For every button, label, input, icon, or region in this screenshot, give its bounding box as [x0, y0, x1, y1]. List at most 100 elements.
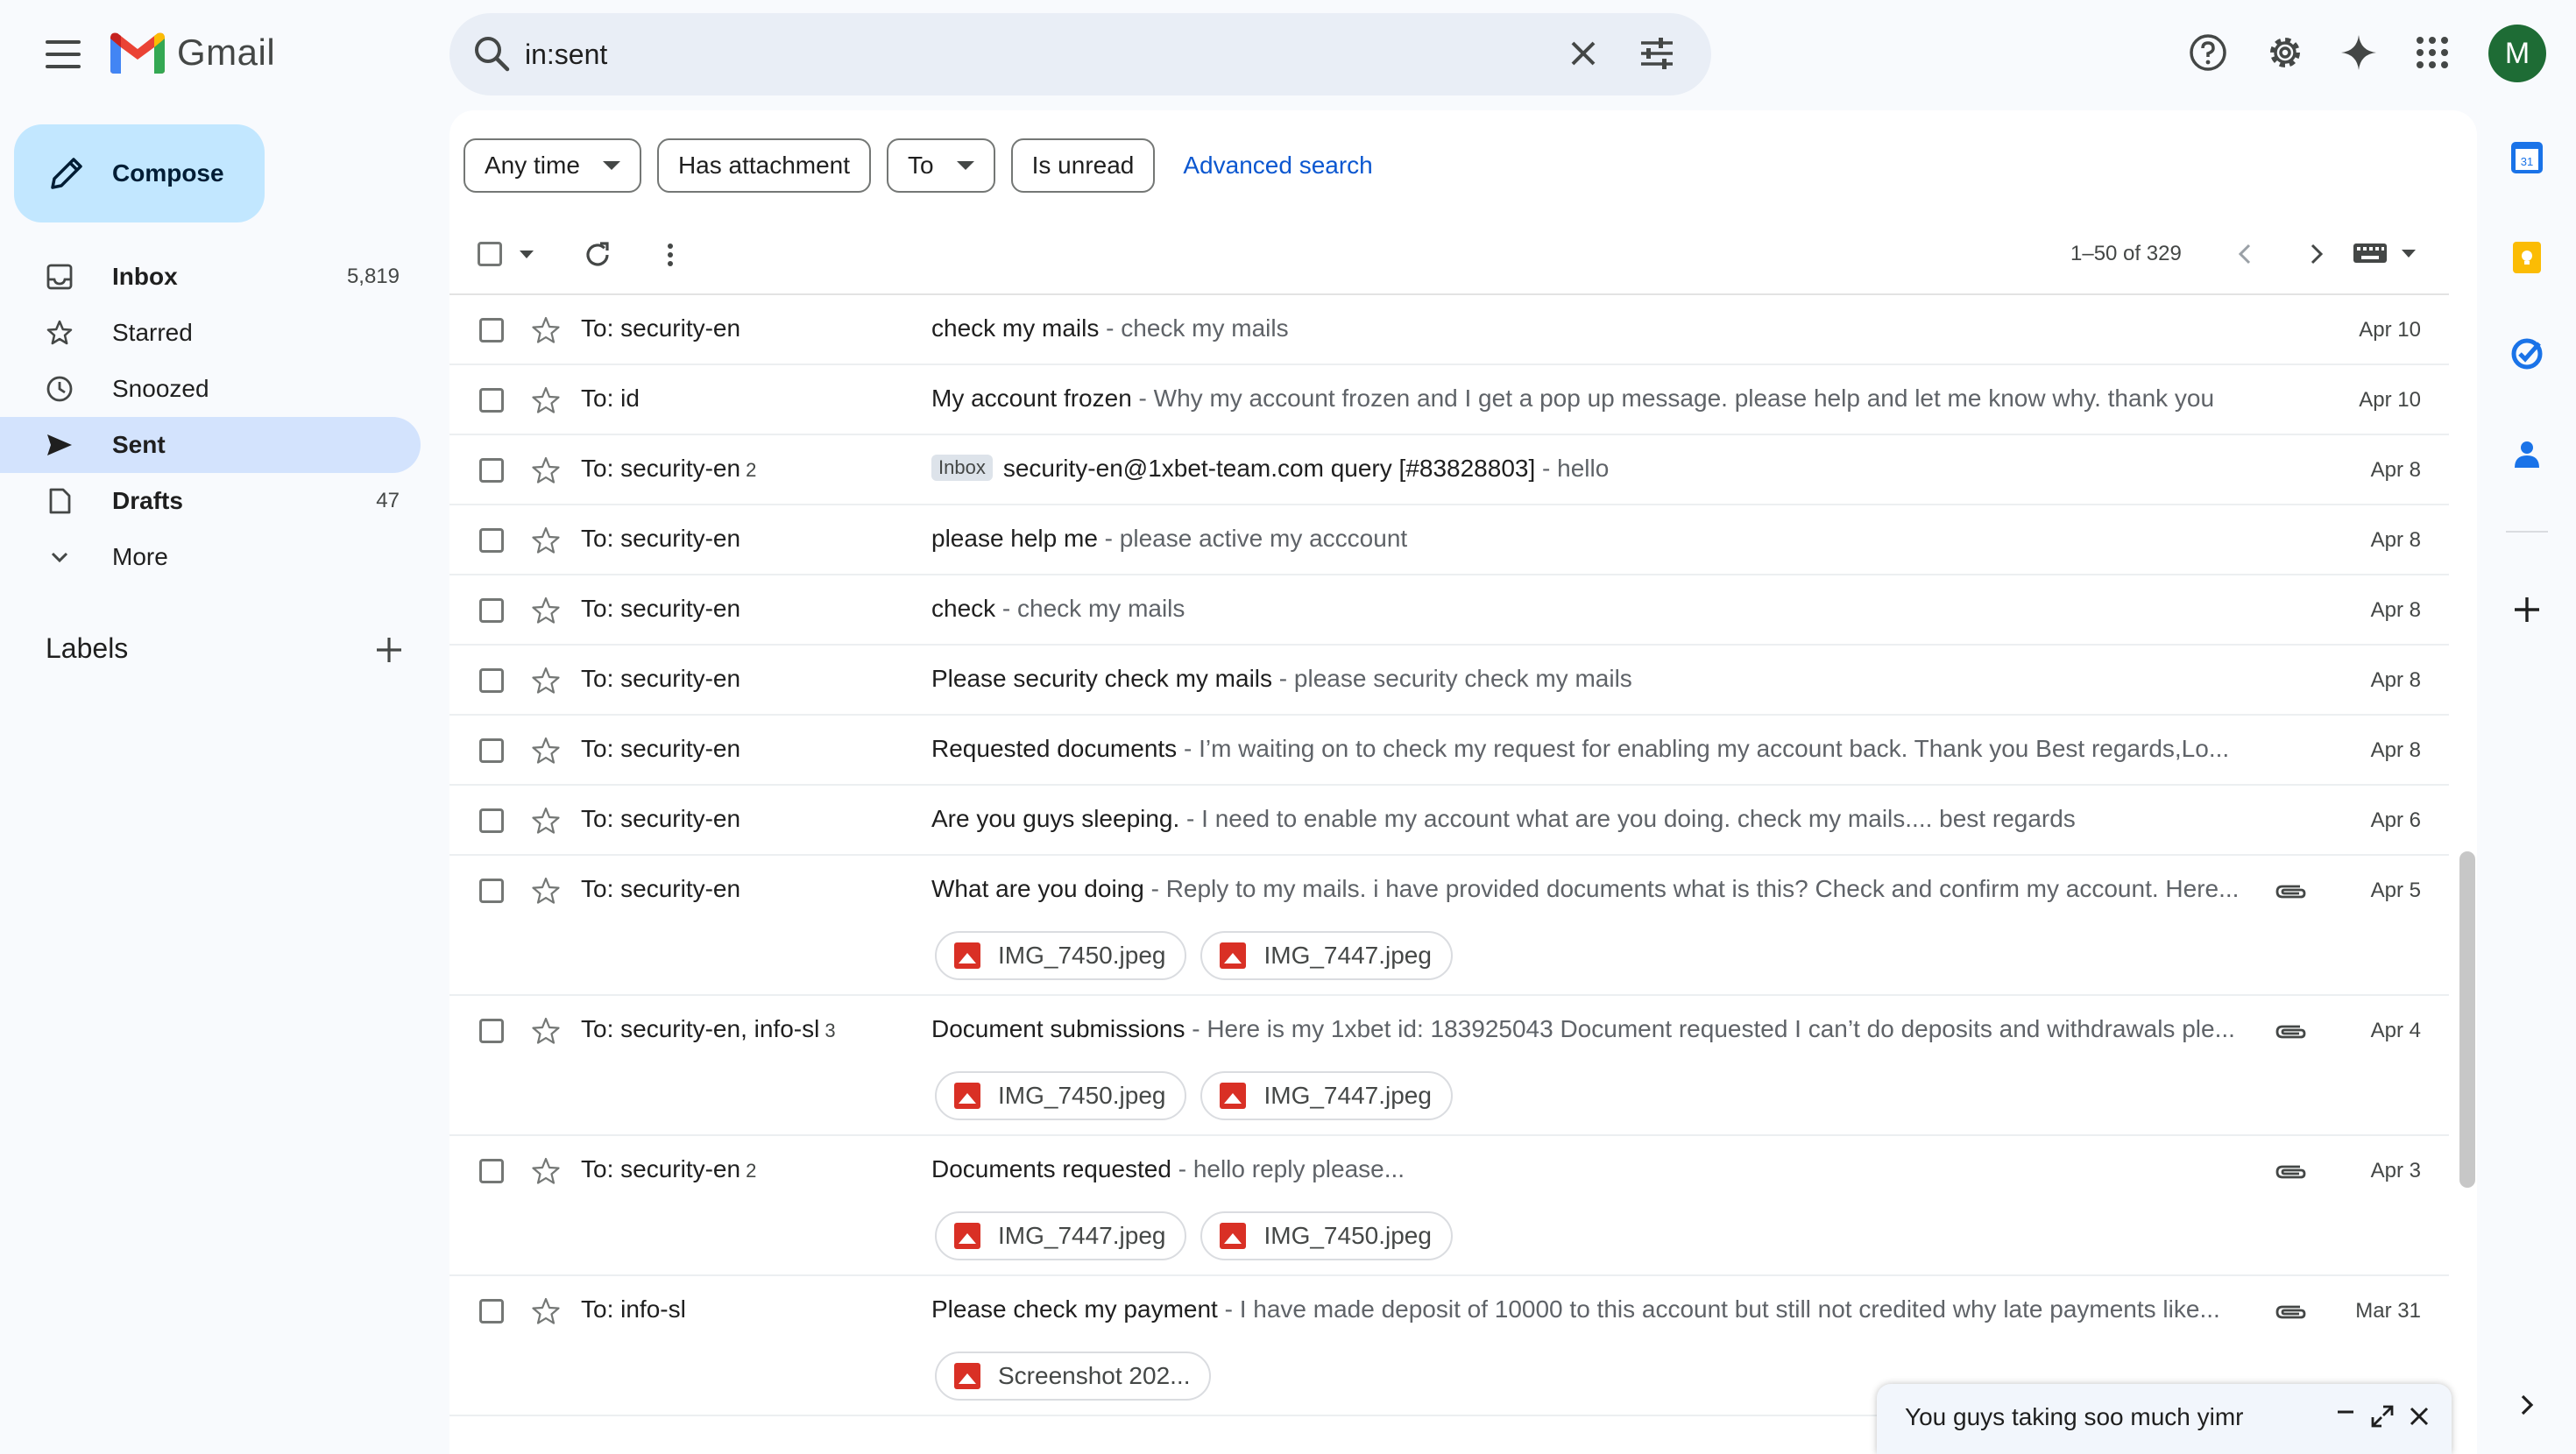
any-time-filter[interactable]: Any time: [464, 138, 641, 193]
has-attachment-filter[interactable]: Has attachment: [656, 138, 872, 193]
email-row[interactable]: To: security-en Are you guys sleeping. - …: [449, 786, 2449, 856]
create-label-plus-icon[interactable]: [373, 634, 405, 666]
email-snippet: - Here is my 1xbet id: 183925043 Documen…: [1185, 1015, 2235, 1042]
sidebar-item-sent[interactable]: Sent: [0, 417, 421, 473]
scrollbar-thumb[interactable]: [2459, 851, 2475, 1188]
sidebar-item-label: More: [112, 543, 168, 570]
refresh-icon[interactable]: [581, 238, 614, 272]
chevron-left-icon[interactable]: [2228, 236, 2263, 272]
email-row[interactable]: To: id My account frozen - Why my account…: [449, 365, 2449, 435]
star-icon[interactable]: [530, 455, 562, 491]
show-side-panel-chevron-icon[interactable]: [2509, 1387, 2544, 1422]
is-unread-filter[interactable]: Is unread: [1010, 138, 1156, 193]
attachment-chip[interactable]: Screenshot 202...: [935, 1352, 1212, 1401]
apps-grid-icon[interactable]: [2411, 32, 2453, 74]
email-row[interactable]: To: security-en What are you doing - Repl…: [449, 856, 2449, 996]
email-row[interactable]: To: security-en please help me - please a…: [449, 505, 2449, 575]
dropdown-caret-icon: [520, 250, 534, 258]
email-row[interactable]: To: security-en, info-sl 3 Document submis…: [449, 996, 2449, 1136]
row-checkbox[interactable]: [479, 458, 504, 483]
row-checkbox[interactable]: [479, 598, 504, 623]
image-file-icon: [1220, 1223, 1247, 1249]
contacts-icon[interactable]: [2509, 436, 2544, 471]
gmail-logo[interactable]: Gmail: [110, 32, 275, 74]
row-checkbox[interactable]: [479, 318, 504, 342]
sidebar-item-more[interactable]: More: [0, 529, 421, 585]
get-addons-plus-icon[interactable]: [2509, 592, 2544, 627]
email-row[interactable]: To: security-en check - check my mails Apr…: [449, 575, 2449, 646]
search-input[interactable]: [525, 31, 1489, 78]
row-checkbox[interactable]: [479, 668, 504, 693]
row-checkbox[interactable]: [479, 1019, 504, 1043]
recipient-name: To: security-en: [581, 455, 741, 482]
to-filter[interactable]: To: [887, 138, 995, 193]
attachment-chip[interactable]: IMG_7447.jpeg: [1200, 1071, 1453, 1120]
calendar-icon[interactable]: 31: [2509, 140, 2544, 175]
recipient: To: security-en: [581, 595, 740, 623]
compose-button[interactable]: Compose: [14, 124, 265, 222]
email-row[interactable]: To: security-en check my mails - check my…: [449, 295, 2449, 365]
recipient-name: To: security-en: [581, 525, 741, 552]
email-row[interactable]: To: security-en Please security check my …: [449, 646, 2449, 716]
email-content: Requested documents - I’m waiting on to …: [931, 735, 2263, 763]
star-icon[interactable]: [530, 875, 562, 911]
settings-gear-icon[interactable]: [2264, 32, 2306, 74]
star-icon[interactable]: [530, 1295, 562, 1331]
close-icon[interactable]: [2406, 1403, 2432, 1429]
row-checkbox[interactable]: [479, 879, 504, 903]
star-icon[interactable]: [530, 314, 562, 350]
minimize-icon[interactable]: [2332, 1403, 2359, 1429]
star-icon[interactable]: [530, 595, 562, 631]
star-icon[interactable]: [530, 665, 562, 701]
star-icon[interactable]: [530, 1015, 562, 1051]
email-row[interactable]: To: security-en 2 Documents requested - he…: [449, 1136, 2449, 1276]
more-vert-icon[interactable]: [654, 238, 687, 272]
attachment-chip[interactable]: IMG_7450.jpeg: [935, 1071, 1187, 1120]
keep-icon[interactable]: [2509, 240, 2544, 275]
inbox-label-tag[interactable]: Inbox: [931, 455, 993, 481]
draft-popup[interactable]: You guys taking soo much yimr: [1877, 1384, 2452, 1454]
search-icon[interactable]: [471, 32, 513, 74]
search-filter-chips: Any time Has attachment To Is unread Adv…: [464, 138, 1373, 193]
input-tools-button[interactable]: [2353, 242, 2416, 265]
account-avatar[interactable]: M: [2488, 25, 2546, 82]
dropdown-caret-icon: [956, 161, 974, 170]
row-checkbox[interactable]: [479, 808, 504, 833]
row-checkbox[interactable]: [479, 388, 504, 413]
sidebar-item-snoozed[interactable]: Snoozed: [0, 361, 421, 417]
sidebar-item-inbox[interactable]: Inbox 5,819: [0, 249, 421, 305]
star-icon[interactable]: [530, 1155, 562, 1191]
attachment-chip[interactable]: IMG_7447.jpeg: [1200, 931, 1453, 980]
email-row[interactable]: To: security-en Requested documents - I’m…: [449, 716, 2449, 786]
fullscreen-icon[interactable]: [2369, 1403, 2396, 1429]
attachment-chip[interactable]: IMG_7450.jpeg: [1200, 1211, 1453, 1260]
attachment-chip[interactable]: IMG_7450.jpeg: [935, 931, 1187, 980]
main-menu-button[interactable]: [37, 33, 89, 75]
email-row[interactable]: To: security-en 2 Inbox security-en@1xbet-t…: [449, 435, 2449, 505]
sidebar-item-drafts[interactable]: Drafts 47: [0, 473, 421, 529]
help-icon[interactable]: [2187, 32, 2229, 74]
row-checkbox[interactable]: [479, 738, 504, 763]
row-checkbox[interactable]: [479, 528, 504, 553]
tasks-icon[interactable]: [2509, 336, 2544, 371]
clear-search-icon[interactable]: [1562, 32, 1604, 74]
draft-icon: [49, 488, 71, 514]
search-options-icon[interactable]: [1636, 32, 1678, 74]
chevron-right-icon[interactable]: [2298, 236, 2333, 272]
attachment-chip[interactable]: IMG_7447.jpeg: [935, 1211, 1187, 1260]
star-icon[interactable]: [530, 385, 562, 420]
gemini-sparkle-icon[interactable]: [2338, 32, 2380, 74]
row-checkbox[interactable]: [479, 1299, 504, 1323]
advanced-search-link[interactable]: Advanced search: [1183, 152, 1372, 180]
recipient-name: To: security-en: [581, 1155, 741, 1182]
sidebar-item-starred[interactable]: Starred: [0, 305, 421, 361]
row-checkbox[interactable]: [479, 1159, 504, 1183]
email-list: To: security-en check my mails - check my…: [449, 293, 2449, 1416]
star-icon[interactable]: [530, 735, 562, 771]
select-all-checkbox[interactable]: [478, 242, 534, 266]
star-icon[interactable]: [530, 525, 562, 561]
star-icon[interactable]: [530, 805, 562, 841]
email-snippet: - please security check my mails: [1272, 665, 1632, 692]
email-content: My account frozen - Why my account froze…: [931, 385, 2263, 413]
pagination-range: 1–50 of 329: [2070, 242, 2182, 265]
